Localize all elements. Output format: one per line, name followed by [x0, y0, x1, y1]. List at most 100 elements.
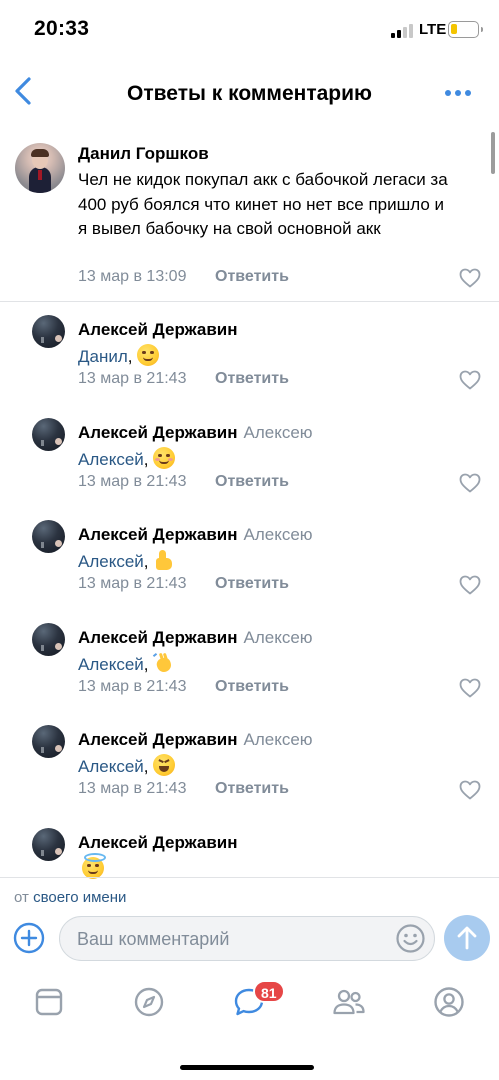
discover-icon	[134, 987, 164, 1017]
page-title: Ответы к комментарию	[127, 82, 372, 105]
heart-icon	[459, 575, 481, 595]
avatar[interactable]	[32, 828, 65, 861]
heart-icon	[459, 473, 481, 493]
reply-button[interactable]: Ответить	[215, 780, 289, 798]
send-button[interactable]	[444, 915, 490, 961]
like-button[interactable]	[459, 678, 481, 698]
like-button[interactable]	[459, 780, 481, 800]
friends-icon	[333, 989, 365, 1015]
reply-button[interactable]: Ответить	[215, 678, 289, 696]
like-button[interactable]	[459, 268, 481, 288]
mention-link[interactable]: Данил	[78, 347, 128, 366]
reply-button[interactable]: Ответить	[215, 575, 289, 593]
like-button[interactable]	[459, 575, 481, 595]
heart-icon	[459, 678, 481, 698]
avatar[interactable]	[32, 623, 65, 656]
comment-text	[78, 853, 458, 883]
avatar[interactable]	[32, 725, 65, 758]
tab-discover[interactable]	[131, 984, 167, 1020]
like-button[interactable]	[459, 370, 481, 390]
blush-emoji	[152, 447, 175, 469]
tab-friends[interactable]	[331, 984, 367, 1020]
send-arrow-icon	[457, 926, 477, 950]
author-name[interactable]: Алексей Державин	[78, 423, 238, 442]
avatar[interactable]	[32, 520, 65, 553]
comment-author[interactable]: Данил Горшков	[78, 144, 209, 164]
root-comment: Данил Горшков Чел не кидок покупал акк с…	[0, 128, 499, 302]
mention-link[interactable]: Алексей	[78, 552, 144, 571]
reply-comment: Алексей Державин Алексею Алексей, 13 мар в …	[0, 713, 499, 816]
reply-button[interactable]: Ответить	[215, 370, 289, 388]
comment-text: Чел не кидок покупал акк с бабочкой лега…	[78, 170, 448, 238]
messages-badge: 81	[253, 980, 285, 1003]
tab-profile[interactable]	[431, 984, 467, 1020]
comment-author: Алексей Державин	[78, 320, 238, 340]
mention-link[interactable]: Алексей	[78, 655, 144, 674]
like-button[interactable]	[459, 473, 481, 493]
mention-separator: ,	[127, 347, 133, 366]
comment-date: 13 мар в 21:43	[78, 780, 187, 797]
composer-divider	[0, 877, 499, 878]
smirk-emoji	[136, 344, 159, 366]
heart-icon	[459, 780, 481, 800]
attach-button[interactable]	[13, 922, 45, 954]
mention-separator: ,	[143, 757, 149, 776]
comment-text: Алексей,	[78, 447, 458, 473]
post-as-link[interactable]: своего имени	[33, 889, 126, 906]
more-button[interactable]	[443, 82, 475, 104]
reply-to-label[interactable]: Алексею	[244, 628, 313, 647]
thumbs-up-emoji	[153, 549, 175, 571]
comment-input-placeholder: Ваш комментарий	[77, 929, 230, 949]
comment-date: 13 мар в 21:43	[78, 473, 187, 490]
reply-comment: Алексей Державин Алексею Алексей, 13 мар в …	[0, 611, 499, 714]
reply-button[interactable]: Ответить	[215, 473, 289, 491]
reply-to-label[interactable]: Алексею	[244, 730, 313, 749]
mention-separator: ,	[143, 655, 149, 674]
thread-divider	[0, 301, 499, 302]
newsfeed-icon	[35, 988, 63, 1016]
squinting-laugh-emoji	[152, 754, 175, 776]
comment-text: Алексей,	[78, 549, 458, 575]
avatar[interactable]	[32, 315, 65, 348]
comment-author: Алексей Державин Алексею	[78, 525, 313, 545]
tab-newsfeed[interactable]	[31, 984, 67, 1020]
smile-icon	[396, 924, 425, 953]
emoji-button[interactable]	[395, 923, 426, 954]
heart-icon	[459, 370, 481, 390]
plus-circle-icon	[13, 922, 45, 954]
reply-button[interactable]: Ответить	[215, 268, 289, 286]
heart-icon	[459, 268, 481, 288]
comment-text: Данил,	[78, 344, 458, 370]
mention-separator: ,	[143, 552, 149, 571]
author-name[interactable]: Алексей Державин	[78, 525, 238, 544]
comment-text: Алексей,	[78, 754, 458, 780]
battery-icon	[448, 21, 483, 38]
reply-comment: Алексей Державин Данил, 13 мар в 21:43 Отве…	[0, 303, 499, 406]
reply-comment: Алексей Державин Алексею Алексей, 13 мар в …	[0, 508, 499, 611]
mention-link[interactable]: Алексей	[78, 757, 144, 776]
halo-smile-emoji	[82, 853, 106, 879]
comment-date: 13 мар в 21:43	[78, 370, 187, 387]
comment-text: Алексей,	[78, 652, 458, 678]
status-time: 20:33	[34, 17, 90, 40]
comment-author: Алексей Державин Алексею	[78, 628, 313, 648]
comment-author: Алексей Державин	[78, 833, 238, 853]
navigation-bar: Ответы к комментарию	[0, 60, 499, 128]
comment-author: Алексей Державин Алексею	[78, 730, 313, 750]
reply-to-label[interactable]: Алексею	[244, 423, 313, 442]
author-name[interactable]: Алексей Державин	[78, 320, 238, 339]
signal-strength-icon	[391, 24, 415, 38]
avatar[interactable]	[15, 143, 65, 193]
mention-link[interactable]: Алексей	[78, 450, 144, 469]
comment-input[interactable]: Ваш комментарий	[59, 916, 435, 961]
waving-hand-emoji	[152, 652, 175, 674]
author-name[interactable]: Алексей Державин	[78, 628, 238, 647]
author-name[interactable]: Алексей Державин	[78, 730, 238, 749]
comment-date: 13 мар в 21:43	[78, 678, 187, 695]
network-type: LTE	[419, 21, 447, 38]
avatar[interactable]	[32, 418, 65, 451]
reply-comment: Алексей Державин Алексею Алексей, 13 мар в …	[0, 406, 499, 509]
reply-to-label[interactable]: Алексею	[244, 525, 313, 544]
profile-icon	[434, 987, 464, 1017]
author-name[interactable]: Алексей Державин	[78, 833, 238, 852]
